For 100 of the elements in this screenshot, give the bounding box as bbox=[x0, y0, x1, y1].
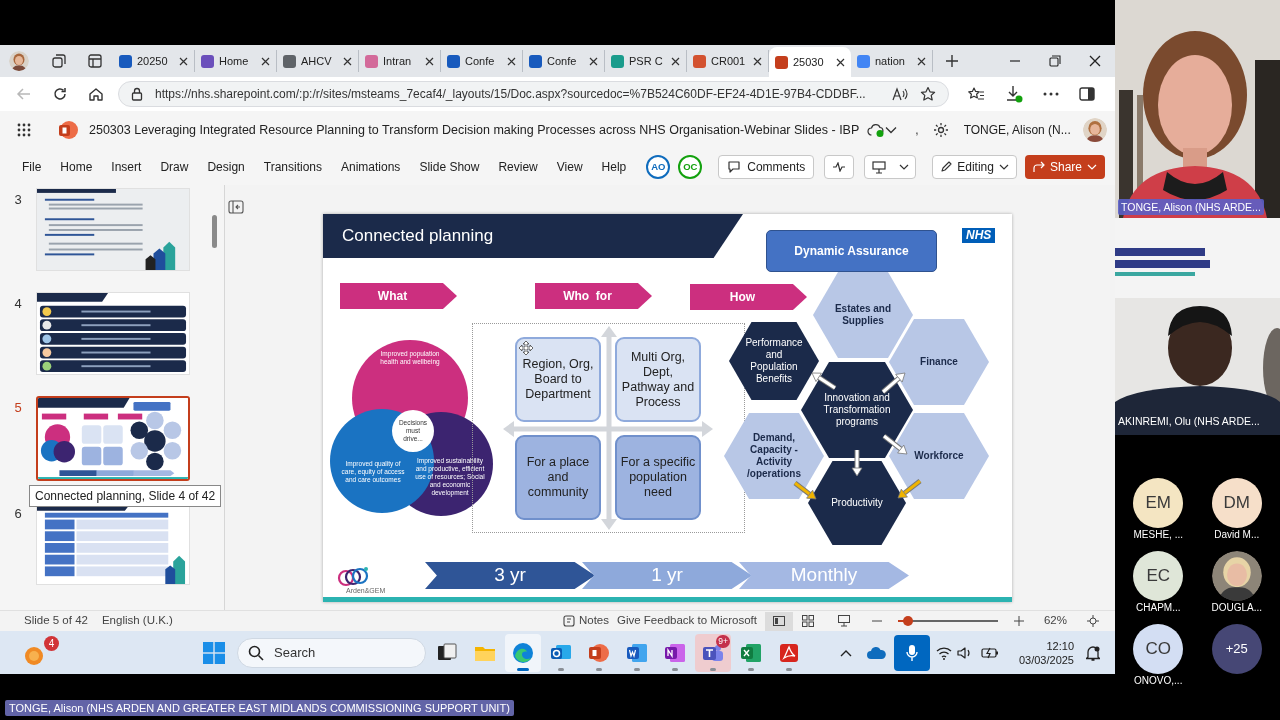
notification-bell-icon[interactable] bbox=[1086, 644, 1100, 661]
close-icon[interactable] bbox=[589, 56, 598, 66]
menu-tab[interactable]: Help bbox=[601, 158, 627, 176]
user-name: TONGE, Alison (N... bbox=[963, 122, 1071, 139]
menu-tab[interactable]: Review bbox=[498, 158, 538, 176]
menu-tab[interactable]: Transitions bbox=[263, 158, 322, 176]
coauthor-avatar[interactable]: OC bbox=[678, 155, 703, 179]
arrow-banner: How bbox=[690, 284, 807, 310]
fit-slide-icon[interactable] bbox=[1087, 615, 1099, 627]
browser-tab[interactable]: PSR C bbox=[605, 50, 687, 72]
assurance-box: Dynamic Assurance bbox=[766, 230, 937, 272]
participant-name: ONOVO,... bbox=[1134, 675, 1183, 687]
menu-tab[interactable]: View bbox=[556, 158, 583, 176]
share-icon bbox=[1032, 161, 1045, 173]
browser-tab[interactable]: Confe bbox=[523, 50, 605, 72]
battery-icon[interactable] bbox=[980, 645, 999, 660]
participant-name: David M... bbox=[1214, 529, 1260, 541]
search-field[interactable]: Search bbox=[237, 637, 426, 668]
presenter-view-icon[interactable] bbox=[837, 615, 850, 627]
present-button[interactable] bbox=[864, 155, 917, 179]
cloud-icon[interactable] bbox=[865, 645, 886, 660]
browser-tab[interactable]: 20250 bbox=[113, 50, 195, 72]
tab-actions-icon[interactable] bbox=[87, 53, 103, 69]
menu-tab[interactable]: File bbox=[22, 158, 42, 176]
arrow-banner: Who for bbox=[535, 283, 652, 309]
quadrant-box: Region, Org, Board to Department bbox=[515, 337, 601, 422]
slider-thumb[interactable] bbox=[902, 616, 913, 626]
browser-tab[interactable]: Intran bbox=[359, 50, 441, 72]
new-tab-icon[interactable] bbox=[945, 54, 959, 68]
menu-tab[interactable]: Draw bbox=[160, 158, 189, 176]
menu-tab[interactable]: Home bbox=[60, 158, 93, 176]
browser-tab[interactable]: AHCV bbox=[277, 50, 359, 72]
menu-tab[interactable]: Slide Show bbox=[419, 158, 480, 176]
read-aloud-icon[interactable] bbox=[892, 87, 908, 101]
slide-thumbnail[interactable] bbox=[36, 396, 190, 481]
participant-name: DOUGLA... bbox=[1211, 602, 1263, 614]
more-icon[interactable] bbox=[1043, 92, 1059, 96]
close-icon[interactable] bbox=[179, 56, 188, 66]
close-icon[interactable] bbox=[507, 56, 516, 66]
browser-tab[interactable]: 25030 bbox=[769, 47, 851, 77]
catch-up-button[interactable] bbox=[824, 155, 855, 179]
arrow bbox=[851, 450, 863, 477]
download-icon[interactable] bbox=[1005, 85, 1023, 103]
slide-count: Slide 5 of 42 bbox=[24, 613, 88, 629]
feedback-link[interactable]: Give Feedback to Microsoft bbox=[617, 612, 757, 630]
comments-button[interactable]: Comments bbox=[718, 155, 815, 179]
microphone-button[interactable] bbox=[893, 634, 930, 671]
volume-icon[interactable] bbox=[956, 645, 973, 660]
notification-badge: 9+ bbox=[716, 634, 730, 648]
participant-name: AKINREMI, Olu (NHS ARDE... bbox=[1118, 414, 1260, 429]
pencil-icon bbox=[940, 161, 953, 173]
scrollbar-thumb[interactable] bbox=[212, 215, 217, 248]
normal-view-button[interactable] bbox=[764, 611, 793, 631]
favorites-icon[interactable] bbox=[967, 86, 985, 102]
settings-icon[interactable] bbox=[932, 122, 949, 138]
address-field[interactable]: https://nhs.sharepoint.com/:p:/r/sites/msteams_7ecaf4/_layouts/15/Doc.aspx?sourcedoc=%7B524C60DF-EF24-4D1E-97B4-CDDBF... bbox=[118, 81, 949, 107]
notes-button[interactable]: Notes bbox=[562, 612, 609, 630]
chevron-down-icon bbox=[898, 164, 909, 170]
close-icon[interactable] bbox=[753, 56, 762, 66]
hex-node: Productivity bbox=[808, 461, 906, 545]
close-icon[interactable] bbox=[671, 56, 680, 66]
slide-sorter-icon[interactable] bbox=[801, 615, 814, 627]
browser-tab[interactable]: Home bbox=[195, 50, 277, 72]
clock-time: 12:10 bbox=[1046, 638, 1074, 653]
browser-tab[interactable]: CR001 bbox=[687, 50, 769, 72]
zoom-in-icon[interactable] bbox=[1013, 616, 1024, 626]
star-icon[interactable] bbox=[920, 86, 936, 102]
start-icon[interactable] bbox=[203, 641, 225, 664]
close-icon[interactable] bbox=[261, 56, 270, 66]
zoom-slider[interactable] bbox=[897, 615, 998, 627]
app-launcher-icon[interactable] bbox=[17, 123, 31, 137]
share-button[interactable]: Share bbox=[1024, 155, 1105, 179]
menu-tab[interactable]: Animations bbox=[341, 158, 401, 176]
overflow-count-button[interactable]: +25 bbox=[1211, 624, 1262, 674]
close-icon[interactable] bbox=[917, 56, 926, 66]
coauthor-avatar[interactable]: AO bbox=[646, 155, 671, 179]
home-icon[interactable] bbox=[88, 86, 104, 102]
restore-icon[interactable] bbox=[1049, 55, 1061, 67]
close-icon[interactable] bbox=[1089, 55, 1101, 67]
collapse-pane-icon[interactable] bbox=[228, 200, 244, 214]
chevron-up-icon[interactable] bbox=[839, 648, 852, 657]
reload-icon[interactable] bbox=[52, 86, 68, 102]
close-icon[interactable] bbox=[343, 56, 352, 66]
move-cursor-icon bbox=[518, 340, 534, 356]
presenter-label: TONGE, Alison (NHS ARDEN AND GREATER EAST MIDLANDS COMMISSIONING SUPPORT UNIT) bbox=[5, 700, 514, 716]
close-icon[interactable] bbox=[836, 57, 845, 67]
browser-tab[interactable]: Confe bbox=[441, 50, 523, 72]
taskbar-app[interactable]: 9+ bbox=[695, 633, 731, 672]
chevron-down-icon[interactable] bbox=[885, 126, 898, 134]
wifi-icon[interactable] bbox=[935, 645, 952, 660]
browser-tab[interactable]: nation bbox=[851, 50, 933, 72]
slide-number: 4 bbox=[13, 295, 23, 313]
editing-button[interactable]: Editing bbox=[932, 155, 1017, 179]
chevron-down-icon bbox=[998, 164, 1009, 170]
menu-tab[interactable]: Design bbox=[207, 158, 245, 176]
menu-tab[interactable]: Insert bbox=[111, 158, 142, 176]
close-icon[interactable] bbox=[425, 56, 434, 66]
workspaces-icon[interactable] bbox=[51, 53, 67, 69]
participant-avatar: CO bbox=[1133, 624, 1184, 674]
sidebar-icon[interactable] bbox=[1079, 87, 1095, 101]
